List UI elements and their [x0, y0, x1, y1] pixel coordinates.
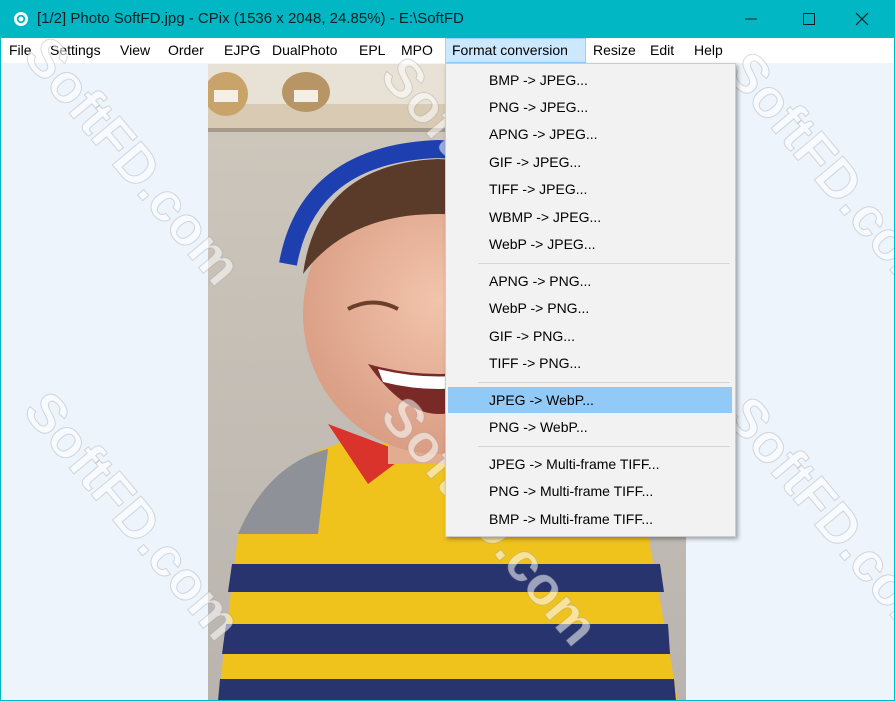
- menu-item-webp-to-jpeg[interactable]: WebP -> JPEG...: [448, 231, 732, 257]
- menu-item-apng-to-jpeg[interactable]: APNG -> JPEG...: [448, 121, 732, 147]
- menu-item-tiff-to-png[interactable]: TIFF -> PNG...: [448, 350, 732, 376]
- menu-epl[interactable]: EPL: [353, 38, 391, 63]
- maximize-icon: [803, 13, 815, 25]
- app-window: [1/2] Photo SoftFD.jpg - CPix (1536 x 20…: [1, 0, 894, 700]
- title-bar[interactable]: [1/2] Photo SoftFD.jpg - CPix (1536 x 20…: [1, 0, 894, 38]
- menu-item-bmp-to-jpeg[interactable]: BMP -> JPEG...: [448, 67, 732, 93]
- format-conversion-dropdown: BMP -> JPEG... PNG -> JPEG... APNG -> JP…: [445, 63, 736, 537]
- menu-separator: [478, 382, 730, 383]
- menu-item-png-to-webp[interactable]: PNG -> WebP...: [448, 414, 732, 440]
- menu-item-png-to-multiframe-tiff[interactable]: PNG -> Multi-frame TIFF...: [448, 478, 732, 504]
- menu-settings[interactable]: Settings: [44, 38, 107, 63]
- menu-item-apng-to-png[interactable]: APNG -> PNG...: [448, 268, 732, 294]
- menu-item-gif-to-jpeg[interactable]: GIF -> JPEG...: [448, 149, 732, 175]
- menu-format-conversion[interactable]: Format conversion: [445, 38, 586, 63]
- watermark-text: SoftFD.com: [714, 40, 894, 312]
- app-icon: [14, 12, 28, 26]
- minimize-icon: [745, 18, 757, 20]
- minimize-button[interactable]: [728, 0, 774, 38]
- menu-file[interactable]: File: [3, 38, 38, 63]
- menu-item-tiff-to-jpeg[interactable]: TIFF -> JPEG...: [448, 176, 732, 202]
- menu-separator: [478, 446, 730, 447]
- menu-help[interactable]: Help: [688, 38, 729, 63]
- close-button[interactable]: [839, 0, 885, 38]
- menu-view[interactable]: View: [114, 38, 156, 63]
- menu-item-png-to-jpeg[interactable]: PNG -> JPEG...: [448, 94, 732, 120]
- menu-bar: File Settings View Order EJPG DualPhoto …: [1, 38, 894, 63]
- menu-order[interactable]: Order: [162, 38, 210, 63]
- close-icon: [855, 12, 869, 26]
- maximize-button[interactable]: [786, 0, 832, 38]
- menu-resize[interactable]: Resize: [587, 38, 642, 63]
- menu-item-webp-to-png[interactable]: WebP -> PNG...: [448, 295, 732, 321]
- watermark-text: SoftFD.com: [714, 385, 894, 657]
- menu-edit[interactable]: Edit: [644, 38, 680, 63]
- window-title: [1/2] Photo SoftFD.jpg - CPix (1536 x 20…: [37, 10, 464, 27]
- menu-item-bmp-to-multiframe-tiff[interactable]: BMP -> Multi-frame TIFF...: [448, 506, 732, 532]
- menu-mpo[interactable]: MPO: [395, 38, 439, 63]
- menu-ejpg[interactable]: EJPG: [218, 38, 267, 63]
- menu-item-gif-to-png[interactable]: GIF -> PNG...: [448, 323, 732, 349]
- menu-item-wbmp-to-jpeg[interactable]: WBMP -> JPEG...: [448, 204, 732, 230]
- menu-item-jpeg-to-multiframe-tiff[interactable]: JPEG -> Multi-frame TIFF...: [448, 451, 732, 477]
- menu-dualphoto[interactable]: DualPhoto: [266, 38, 343, 63]
- menu-separator: [478, 263, 730, 264]
- menu-item-jpeg-to-webp[interactable]: JPEG -> WebP...: [448, 387, 732, 413]
